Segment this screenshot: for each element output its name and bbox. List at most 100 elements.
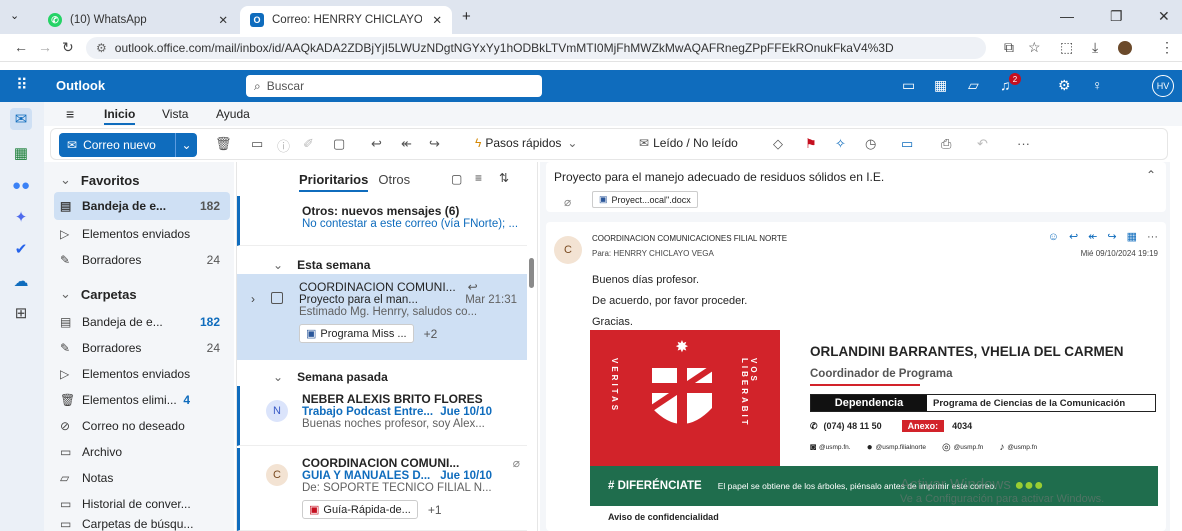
social-handle[interactable]: @usmp.fn. — [819, 444, 851, 451]
reply-icon[interactable]: ↩ — [371, 136, 382, 152]
quick-steps-button[interactable]: ϟ Pasos rápidos ⌄ — [475, 136, 577, 150]
download-icon[interactable]: ⤓ — [1092, 39, 1098, 56]
tab-vista[interactable]: Vista — [162, 107, 188, 121]
onedrive-cloud-icon[interactable]: ☁ — [10, 270, 32, 292]
snooze-clock-icon[interactable]: ◷ — [865, 136, 876, 152]
site-info-icon[interactable]: ⚙ — [96, 41, 107, 55]
bookmark-star-icon[interactable]: ☆ — [1028, 39, 1041, 56]
restore-icon[interactable]: ❐ — [1110, 8, 1123, 25]
folder-inbox[interactable]: ▤ Bandeja de e... 182 — [54, 308, 230, 336]
tips-lightbulb-icon[interactable]: ♀ — [1092, 77, 1103, 93]
group-last-week[interactable]: ⌄ Semana pasada — [273, 370, 388, 384]
new-mail-dropdown-icon[interactable]: ⌄ — [175, 133, 197, 157]
install-icon[interactable]: ⧉ — [1004, 39, 1014, 56]
reply-icon[interactable]: ↩ — [1069, 230, 1078, 243]
tag-icon[interactable]: ◇ — [773, 136, 783, 152]
folder-archive[interactable]: ▭ Archivo — [54, 438, 230, 466]
message-item[interactable]: C COORDINACION COMUNI... ⌀ GUIA Y MANUALE… — [237, 448, 527, 531]
expand-thread-icon[interactable]: › — [251, 292, 255, 306]
extensions-icon[interactable]: ⬚ — [1060, 39, 1073, 56]
tab-ayuda[interactable]: Ayuda — [216, 107, 250, 121]
attachment-chip[interactable]: ▣ Guía-Rápida-de... — [302, 500, 418, 519]
close-tab-icon[interactable]: ✕ — [432, 13, 442, 27]
account-avatar[interactable]: HV — [1152, 75, 1174, 97]
print-icon[interactable]: ⎙ — [941, 136, 951, 152]
more-options-icon[interactable]: ··· — [1147, 231, 1158, 243]
favorite-inbox[interactable]: ▤ Bandeja de e... 182 — [54, 192, 230, 220]
more-actions-button[interactable]: ··· — [1017, 136, 1030, 151]
folder-drafts[interactable]: ✎ Borradores 24 — [54, 334, 230, 362]
close-tab-icon[interactable]: ✕ — [218, 13, 228, 27]
new-tab-icon[interactable]: + — [462, 8, 471, 25]
new-mail-button[interactable]: ✉ Correo nuevo ⌄ — [59, 133, 197, 157]
folder-notes[interactable]: ▱ Notas — [54, 464, 230, 492]
forward-mail-icon[interactable]: ↪ — [1107, 230, 1116, 243]
tab-whatsapp[interactable]: ✆ (10) WhatsApp ✕ — [38, 6, 238, 34]
folders-header[interactable]: ⌄ Carpetas — [60, 286, 137, 302]
undo-icon[interactable]: ↶ — [977, 136, 988, 152]
folder-deleted[interactable]: 🗑 Elementos elimi... 4 — [54, 386, 230, 414]
tab-outlook[interactable]: O Correo: HENRRY CHICLAYO VEC ✕ — [240, 6, 452, 34]
teams-chat-icon[interactable]: ▭ — [902, 77, 915, 94]
sweep-icon[interactable]: ✐ — [303, 136, 314, 152]
favorites-header[interactable]: ⌄ Favoritos — [60, 172, 139, 188]
sort-icon[interactable]: ⇅ — [499, 171, 509, 185]
app-launcher-icon[interactable]: ⠿ — [16, 75, 28, 95]
close-window-icon[interactable]: ✕ — [1158, 8, 1170, 25]
forward-mail-icon[interactable]: ↪ — [429, 136, 440, 152]
pin-icon[interactable]: ✧ — [835, 136, 846, 152]
message-item-selected[interactable]: › COORDINACION COMUNI... ↩ Proyecto para … — [237, 274, 527, 360]
tab-other[interactable]: Otros — [378, 172, 410, 192]
word-icon[interactable]: ▦ — [934, 77, 947, 94]
favorite-drafts[interactable]: ✎ Borradores 24 — [54, 246, 230, 274]
select-mode-icon[interactable]: ▢ — [451, 172, 462, 186]
attachment-chip[interactable]: ▣ Programa Miss ... — [299, 324, 414, 343]
groups-icon[interactable]: ✦ — [10, 206, 32, 228]
url-field[interactable]: ⚙ outlook.office.com/mail/inbox/id/AAQkA… — [86, 37, 986, 59]
delete-icon[interactable]: 🗑 — [215, 136, 232, 152]
select-checkbox[interactable] — [271, 292, 283, 304]
email-from[interactable]: COORDINACION COMUNICACIONES FILIAL NORTE — [592, 234, 787, 243]
social-handle[interactable]: @usmp.filialnorte — [876, 444, 926, 451]
emoji-react-icon[interactable]: ☺ — [1048, 231, 1059, 243]
list-scrollbar-thumb[interactable] — [529, 258, 534, 288]
search-input[interactable]: ⌕ Buscar — [246, 75, 542, 97]
profile-avatar[interactable] — [1118, 41, 1132, 55]
todo-check-icon[interactable]: ✔ — [10, 238, 32, 260]
filter-icon[interactable]: ≡ — [475, 171, 482, 185]
back-icon[interactable]: ← — [14, 39, 28, 55]
reply-all-icon[interactable]: ↞ — [1088, 230, 1097, 243]
other-inbox-banner[interactable]: Otros: nuevos mensajes (6) No contestar … — [237, 196, 527, 246]
message-item[interactable]: N NEBER ALEXIS BRITO FLORES Trabajo Podc… — [237, 386, 527, 446]
people-icon[interactable]: ●● — [10, 174, 32, 196]
minimize-icon[interactable]: — — [1060, 8, 1074, 24]
folder-search-folders[interactable]: ▭ Carpetas de búsqu... — [54, 516, 230, 531]
move-to-icon[interactable]: ▢ — [333, 136, 345, 152]
attachment-chip[interactable]: ▣ Proyect...ocal".docx — [592, 191, 698, 208]
group-this-week[interactable]: ⌄ Esta semana — [273, 258, 370, 272]
apps-icon[interactable]: ▦ — [1127, 230, 1137, 243]
hamburger-icon[interactable]: ≡ — [66, 106, 74, 122]
forward-icon[interactable]: → — [38, 39, 52, 55]
tab-inicio[interactable]: Inicio — [104, 107, 136, 125]
settings-gear-icon[interactable]: ⚙ — [1058, 77, 1071, 94]
my-day-icon[interactable]: ▱ — [968, 77, 979, 94]
calendar-icon[interactable]: ▦ — [10, 142, 32, 164]
folder-conversation-history[interactable]: ▭ Historial de conver... — [54, 490, 230, 518]
browser-menu-icon[interactable]: ⋮ — [1160, 39, 1174, 56]
tab-focused[interactable]: Prioritarios — [299, 172, 369, 192]
archive-icon[interactable]: ▭ — [251, 136, 263, 152]
report-icon[interactable]: ⓘ — [277, 136, 290, 155]
read-unread-button[interactable]: ✉ Leído / No leído — [639, 136, 738, 150]
social-handle[interactable]: @usmp.fn — [1007, 444, 1037, 451]
reply-all-icon[interactable]: ↞ — [401, 136, 412, 152]
folder-sent[interactable]: ▷ Elementos enviados — [54, 360, 230, 388]
folder-junk[interactable]: ⊘ Correo no deseado — [54, 412, 230, 440]
favorite-sent[interactable]: ▷ Elementos enviados — [54, 220, 230, 248]
reload-icon[interactable]: ↻ — [62, 39, 74, 56]
tab-list-icon[interactable]: ⌄ — [10, 9, 19, 22]
more-apps-icon[interactable]: ⊞ — [10, 302, 32, 324]
social-handle[interactable]: @usmp.fn — [954, 444, 984, 451]
collapse-icon[interactable]: ⌃ — [1146, 168, 1156, 182]
rules-icon[interactable]: ▭ — [901, 136, 913, 152]
